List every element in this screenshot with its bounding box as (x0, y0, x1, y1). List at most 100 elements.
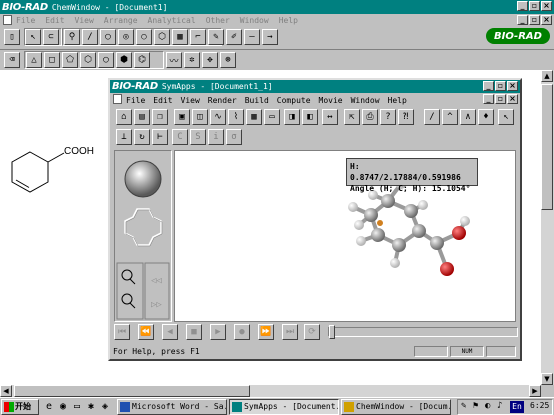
task-chemwindow[interactable]: ChemWindow - [Docum... (341, 399, 451, 415)
tray-icon-1[interactable]: ✎ (461, 401, 466, 411)
view-a-icon[interactable]: ▣ (174, 109, 190, 125)
menu-arrange[interactable]: Arrange (104, 16, 138, 25)
desktop-icon[interactable]: ▭ (74, 401, 80, 412)
render-icon[interactable]: ▭ (264, 109, 280, 125)
play-icon[interactable]: ▶ (210, 324, 226, 340)
hexagon-ring-icon[interactable]: ⬡ (80, 52, 96, 68)
sa-menu-compute[interactable]: Compute (277, 96, 311, 105)
language-indicator[interactable]: En (510, 401, 524, 413)
sigma-icon[interactable]: σ (226, 129, 242, 145)
pointer-tool-icon[interactable]: ↖ (25, 29, 41, 45)
tray-icon-2[interactable]: ⚑ (473, 401, 478, 411)
carbon-atom[interactable] (364, 208, 378, 222)
sa-menu-edit[interactable]: Edit (153, 96, 172, 105)
carbon-atom[interactable] (381, 194, 395, 208)
menu-edit[interactable]: Edit (45, 16, 64, 25)
save-file-icon[interactable]: ▤ (134, 109, 150, 125)
menu-view[interactable]: View (75, 16, 94, 25)
depth-in-icon[interactable]: ◁◁ (151, 276, 162, 286)
start-button[interactable]: 开始 (1, 399, 39, 415)
doc-close-button[interactable]: × (541, 15, 552, 25)
fast-forward-icon[interactable]: ⏩ (258, 324, 274, 340)
symapps-window[interactable]: BIO-RAD SymApps - [Document1_1] _ ▫ × Fi… (108, 78, 522, 361)
cn-icon[interactable]: C (172, 129, 188, 145)
sa-menu-build[interactable]: Build (245, 96, 269, 105)
window-icon[interactable]: ◨ (284, 109, 300, 125)
hydrogen-atom[interactable] (390, 258, 400, 268)
pentagon-tool-icon[interactable]: ⬠ (62, 52, 78, 68)
task-word[interactable]: Microsoft Word - Sa... (117, 399, 227, 415)
restore-button[interactable]: ▫ (529, 1, 540, 11)
horizontal-scroll-thumb[interactable] (14, 385, 250, 397)
triangle-tool-icon[interactable]: △ (26, 52, 42, 68)
step-back-icon[interactable]: ◀ (162, 324, 178, 340)
context-help-icon[interactable]: ⁈ (398, 109, 414, 125)
menu-other[interactable]: Other (206, 16, 230, 25)
symapps-titlebar[interactable]: BIO-RAD SymApps - [Document1_1] _ ▫ × (110, 80, 520, 93)
pen-tool-icon[interactable]: ✎ (208, 29, 224, 45)
angle-select-icon[interactable]: ∧ (460, 109, 476, 125)
help-icon[interactable]: ? (380, 109, 396, 125)
hydrogen-atom[interactable] (460, 216, 470, 226)
carbon-atom[interactable] (371, 228, 385, 242)
hexagon-tool-icon[interactable]: ⬡ (154, 29, 170, 45)
doc-minimize-button[interactable]: _ (517, 15, 528, 25)
sn-icon[interactable]: S (190, 129, 206, 145)
ellipse-tool-icon[interactable]: ◯ (100, 29, 116, 45)
close-button[interactable]: × (541, 1, 552, 11)
chemwindow-horizontal-scrollbar[interactable]: ◀ ▶ (0, 385, 541, 397)
sa-doc-close-button[interactable]: × (507, 94, 518, 104)
symapps-minimize-button[interactable]: _ (483, 81, 494, 91)
oxygen-atom[interactable] (440, 262, 454, 276)
tray-icon-3[interactable]: ◐ (485, 401, 490, 411)
angle-icon[interactable]: ^ (442, 109, 458, 125)
spectrum-icon[interactable]: ⌇ (228, 109, 244, 125)
atom-tool-icon[interactable]: ✲ (184, 52, 200, 68)
menu-window[interactable]: Window (240, 16, 269, 25)
scroll-right-button[interactable]: ▶ (529, 385, 541, 397)
minimize-button[interactable]: _ (517, 1, 528, 11)
hydrogen-atom[interactable] (418, 200, 428, 210)
oxygen-atom[interactable] (452, 226, 466, 240)
last-frame-icon[interactable]: ⏭ (282, 324, 298, 340)
layers-icon[interactable]: ◧ (302, 109, 318, 125)
translate-icon[interactable]: ⊥ (116, 129, 132, 145)
depth-out-icon[interactable]: ▷▷ (151, 300, 162, 310)
chemwindow-titlebar[interactable]: BIO-RAD ChemWindow - [Document1] _ ▫ × (0, 0, 554, 14)
export-icon[interactable]: ⇱ (344, 109, 360, 125)
grid-tool-icon[interactable]: ▦ (172, 29, 188, 45)
carbon-atom[interactable] (430, 236, 444, 250)
eraser-tool-icon[interactable]: ⌫ (4, 52, 20, 68)
chain-tool-icon[interactable]: 〰 (166, 52, 182, 68)
brush-tool-icon[interactable]: ✐ (226, 29, 242, 45)
volume-icon[interactable]: ♪ (497, 401, 502, 411)
outlook-icon[interactable]: ◉ (60, 401, 66, 412)
sa-menu-render[interactable]: Render (208, 96, 237, 105)
sa-menu-view[interactable]: View (181, 96, 200, 105)
menu-analytical[interactable]: Analytical (148, 16, 196, 25)
loop-icon[interactable]: ⟳ (304, 324, 320, 340)
frame-slider-handle[interactable] (329, 325, 335, 339)
carbon-atom[interactable] (404, 204, 418, 218)
trackball-sphere-icon[interactable] (124, 160, 162, 198)
cyclohexane-tool-icon[interactable]: ⬢ (116, 52, 132, 68)
table-icon[interactable]: ▦ (246, 109, 262, 125)
rotate-cross-icon[interactable] (124, 208, 162, 246)
axis-icon[interactable]: ⊢ (152, 129, 168, 145)
orbital-tool-icon[interactable]: ⊛ (220, 52, 236, 68)
heptagon-tool-icon[interactable]: ◯ (98, 52, 114, 68)
menu-file[interactable]: File (16, 16, 35, 25)
ring-tool-icon[interactable]: ◎ (118, 29, 134, 45)
sa-menu-file[interactable]: File (126, 96, 145, 105)
first-frame-icon[interactable]: ⏮ (114, 324, 130, 340)
symapps-close-button[interactable]: × (507, 81, 518, 91)
hydrogen-atom[interactable] (356, 236, 366, 246)
sa-menu-window[interactable]: Window (351, 96, 380, 105)
bond-edit-icon[interactable]: / (424, 109, 440, 125)
stop-icon[interactable]: ■ (186, 324, 202, 340)
square-tool-icon[interactable]: □ (44, 52, 60, 68)
hydrogen-atom[interactable] (354, 220, 364, 230)
benzene-tool-icon[interactable]: ⌬ (134, 52, 150, 68)
task-symapps[interactable]: SymApps - [Document... (229, 399, 339, 415)
bond-tool-icon[interactable]: / (82, 29, 98, 45)
